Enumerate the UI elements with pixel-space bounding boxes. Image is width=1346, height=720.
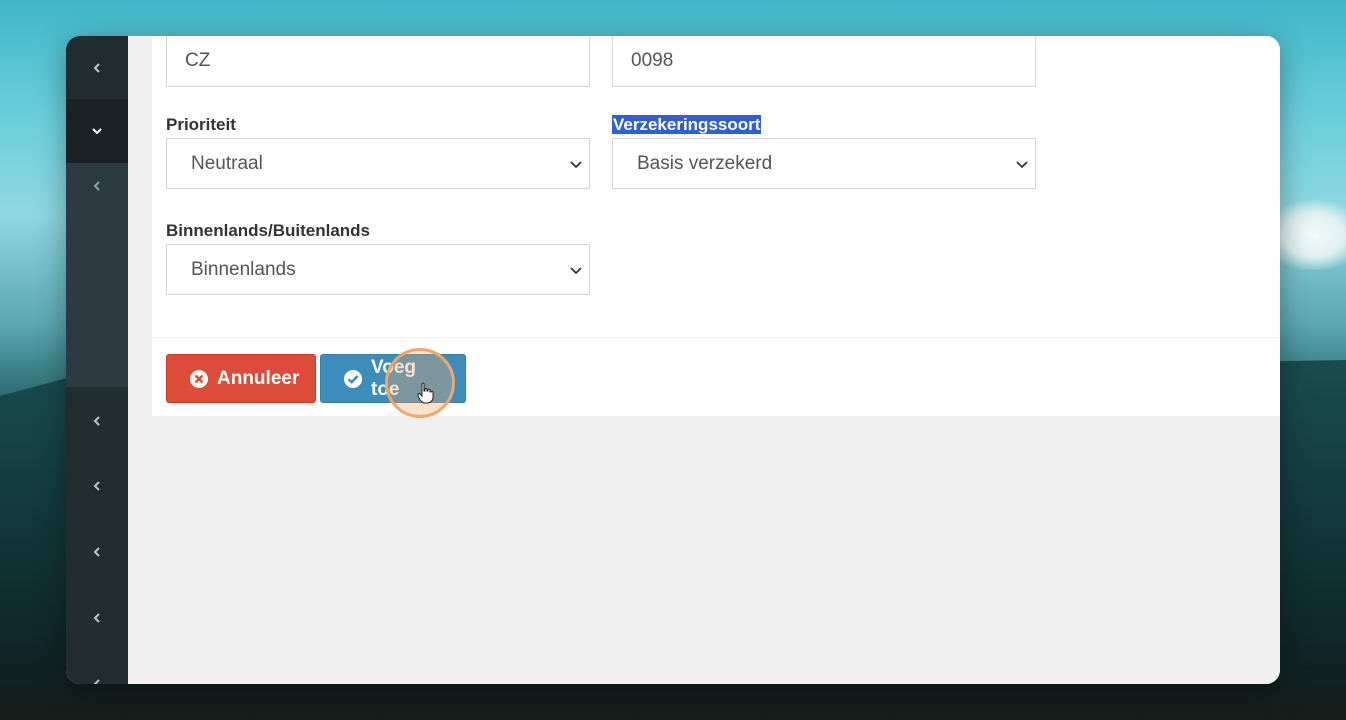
chevron-left-icon <box>93 679 100 684</box>
cancel-label: Annuleer <box>217 367 300 389</box>
chevron-left-icon <box>93 63 100 73</box>
insurer-value: CZ <box>185 50 211 71</box>
insurance-type-label-wrap: Verzekeringssoort <box>612 112 1036 138</box>
priority-value: Neutraal <box>191 153 263 174</box>
domestic-select[interactable]: Binnenlands <box>166 244 590 295</box>
domestic-label: Binnenlands/Buitenlands <box>166 221 371 240</box>
domestic-field: Binnenlands/Buitenlands Binnenlands <box>166 218 590 295</box>
chevron-down-icon <box>92 128 102 135</box>
code-value: 0098 <box>631 50 674 71</box>
sidebar-item-3[interactable] <box>66 389 128 453</box>
insurer-input[interactable]: CZ <box>166 36 590 87</box>
insurance-type-value: Basis verzekerd <box>637 153 773 174</box>
main-content: CZ 0098 Prioriteit Neutraal Verzekerings… <box>128 36 1280 684</box>
sidebar-item-5[interactable] <box>66 520 128 584</box>
times-circle-icon <box>190 369 208 388</box>
chevron-left-icon <box>93 481 100 491</box>
code-input[interactable]: 0098 <box>612 36 1036 87</box>
chevron-left-icon <box>93 613 100 623</box>
chevron-left-icon <box>93 416 100 426</box>
chevron-left-icon <box>93 181 100 191</box>
priority-field: Prioriteit Neutraal <box>166 112 590 189</box>
priority-label: Prioriteit <box>166 115 236 134</box>
chevron-down-icon <box>1016 161 1028 169</box>
priority-select[interactable]: Neutraal <box>166 138 590 189</box>
chevron-left-icon <box>93 547 100 557</box>
sidebar-submenu <box>66 163 128 387</box>
check-circle-icon <box>344 369 362 388</box>
sidebar-item-4[interactable] <box>66 454 128 518</box>
insurance-type-field: Verzekeringssoort Basis verzekerd <box>612 112 1036 189</box>
add-label: Voeg toe <box>371 356 417 400</box>
sidebar-item-6[interactable] <box>66 586 128 650</box>
sidebar-item-1[interactable] <box>66 36 128 100</box>
form-box: CZ 0098 Prioriteit Neutraal Verzekerings… <box>152 36 1280 418</box>
chevron-down-icon <box>570 267 582 275</box>
chevron-down-icon <box>570 161 582 169</box>
sidebar <box>66 36 128 684</box>
sidebar-subitem[interactable] <box>66 154 128 218</box>
insurance-type-select[interactable]: Basis verzekerd <box>612 138 1036 189</box>
insurance-type-label: Verzekeringssoort <box>612 115 762 134</box>
domestic-value: Binnenlands <box>191 259 296 280</box>
insurer-field: CZ <box>166 36 590 87</box>
form-footer: Annuleer Voeg toe <box>152 337 1280 418</box>
add-button[interactable]: Voeg toe <box>320 354 466 403</box>
cancel-button[interactable]: Annuleer <box>166 354 316 403</box>
sidebar-item-7[interactable] <box>66 652 128 684</box>
code-field: 0098 <box>612 36 1036 87</box>
app-window: CZ 0098 Prioriteit Neutraal Verzekerings… <box>66 36 1280 684</box>
